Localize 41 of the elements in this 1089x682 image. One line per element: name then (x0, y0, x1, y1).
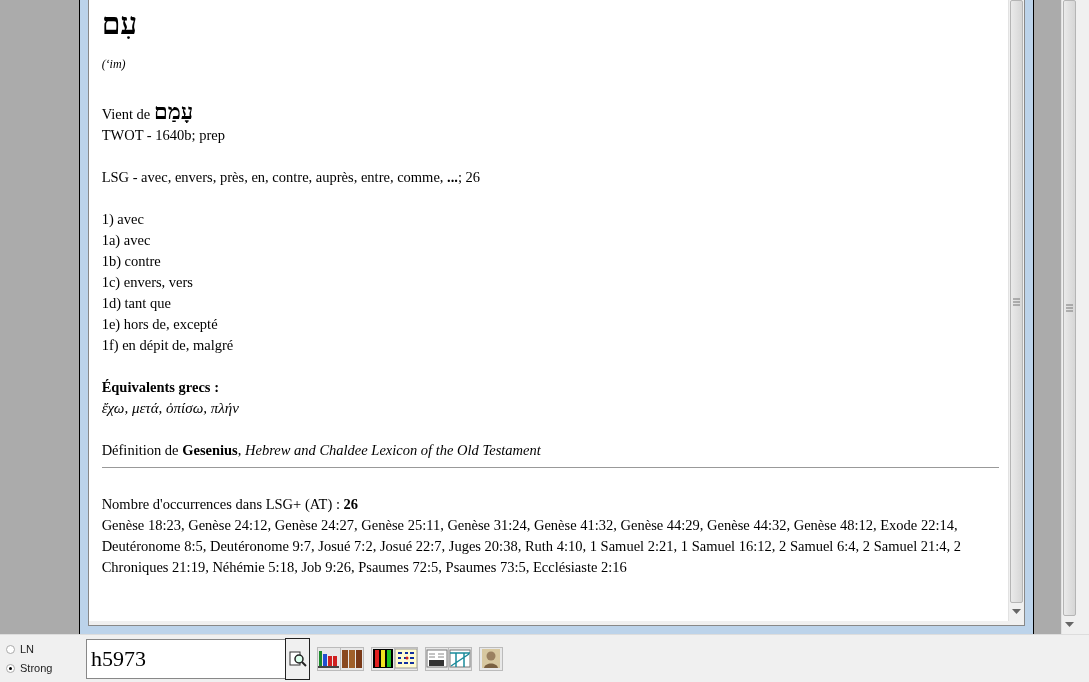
striped-panel-icon (372, 648, 394, 669)
sense-line: 1a) avec (101, 231, 152, 250)
sense-line: 1e) hors de, excepté (101, 315, 219, 334)
sense-line: 1c) envers, vers (101, 273, 194, 292)
bookshelf-icon (318, 648, 340, 669)
toolbar-button[interactable] (371, 646, 395, 671)
figure-icon (480, 648, 502, 669)
toolbar-button[interactable] (425, 646, 449, 671)
greek-heading: Équivalents grecs : (101, 378, 220, 397)
search-field[interactable]: h5973 (86, 638, 285, 679)
occurrence-count: Nombre d'occurrences dans LSG+ (AT) : 26 (101, 495, 360, 514)
transliteration: (‘im) (101, 56, 127, 73)
definition-source: Définition de Gesenius, Hebrew and Chaldee Lexicon of the Old Testament (101, 441, 542, 460)
toolbar-button[interactable] (340, 646, 364, 671)
toolbar-button[interactable] (394, 646, 418, 671)
lsg-translations: LSG - avec, envers, près, en, contre, auprès, entre, comme, ...; 26 (101, 168, 482, 187)
origin-word[interactable]: עָמַם (153, 99, 194, 124)
grip-icon (1013, 297, 1021, 306)
sense-line: 1d) tant que (101, 294, 172, 313)
toolbar-button[interactable] (317, 646, 341, 671)
sense-line: 1b) contre (101, 252, 162, 271)
mode-radio[interactable]: LN (6, 643, 80, 655)
verse-references: Genèse 18:23, Genèse 24:12, Genèse 24:27, Genèse 25:11, Genèse 31:24, Genèse 41:32, Genèse 44:29, Genèse 44:32, Genèse 48:12, Exode 22:14, Deutéronome 8:5, Deutéronome 9:7, Josué 7:2, Josué 22:7, Juges 20:38, Ruth 4:10, 1 Samuel 2:21, 1 Samuel 16:12, 2 Samuel 6:4, 2 Samuel 21:4, 2 Chroniques 21:19, Néhémie 5:18, Job 9:26, Psaumes 72:5, Psaumes 73:5, Ecclésiaste 2:16 (101, 516, 963, 577)
origin-label: Vient de (101, 106, 151, 122)
columns-icon (449, 648, 471, 669)
scroll-down-arrow-icon[interactable] (1065, 622, 1075, 628)
scrollbar-thumb[interactable] (1063, 0, 1077, 616)
grip-icon (1066, 304, 1074, 312)
headword: עִם (101, 6, 139, 42)
sense-line: 1) avec (101, 210, 145, 229)
sense-line: 1f) en dépit de, malgré (101, 336, 235, 355)
symbol-grid-icon (395, 648, 417, 669)
scrollbar-thumb[interactable] (1010, 0, 1024, 603)
search-button[interactable] (285, 637, 310, 680)
greek-equivalents: ἔχω, μετά, ὀπίσω, πλήν (101, 399, 240, 418)
twot-reference: TWOT - 1640b; prep (101, 126, 226, 145)
book-spines-icon (341, 648, 363, 669)
document-chart-icon (426, 648, 448, 669)
search-icon (288, 649, 307, 668)
scroll-down-arrow-icon[interactable] (1012, 609, 1022, 615)
mode-radio[interactable]: Strong (6, 662, 80, 674)
